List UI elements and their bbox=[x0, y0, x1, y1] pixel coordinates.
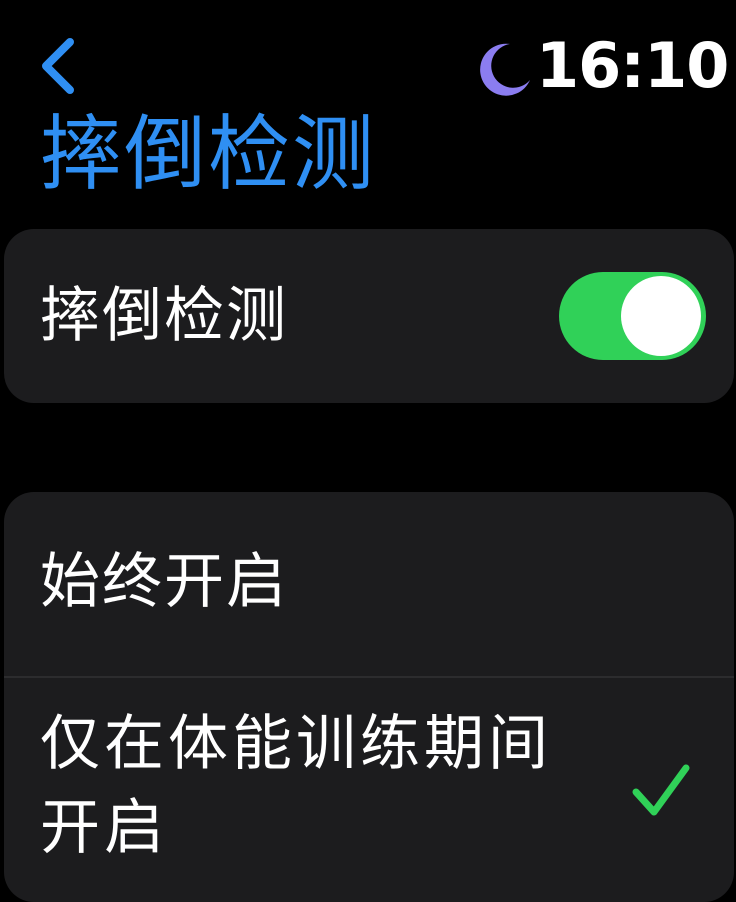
option-workout-only[interactable]: 仅在体能训练期间开启 bbox=[4, 678, 734, 902]
moon-icon bbox=[480, 43, 530, 96]
option-always-on-label: 始终开启 bbox=[40, 547, 288, 617]
option-always-on[interactable]: 始终开启 bbox=[4, 492, 734, 676]
detection-mode-card: 始终开启 仅在体能训练期间开启 bbox=[4, 492, 734, 902]
page-title: 摔倒检测 bbox=[40, 107, 377, 202]
chevron-left-icon bbox=[42, 38, 74, 94]
option-workout-only-label: 仅在体能训练期间开启 bbox=[40, 709, 552, 863]
checkmark-icon bbox=[632, 764, 690, 816]
fall-detection-toggle-label: 摔倒检测 bbox=[40, 281, 288, 351]
fall-detection-toggle[interactable] bbox=[559, 272, 706, 360]
back-button[interactable] bbox=[30, 30, 90, 100]
toggle-knob bbox=[621, 276, 701, 356]
clock: 16:10 bbox=[536, 29, 729, 102]
status-bar: 16:10 bbox=[0, 0, 736, 110]
